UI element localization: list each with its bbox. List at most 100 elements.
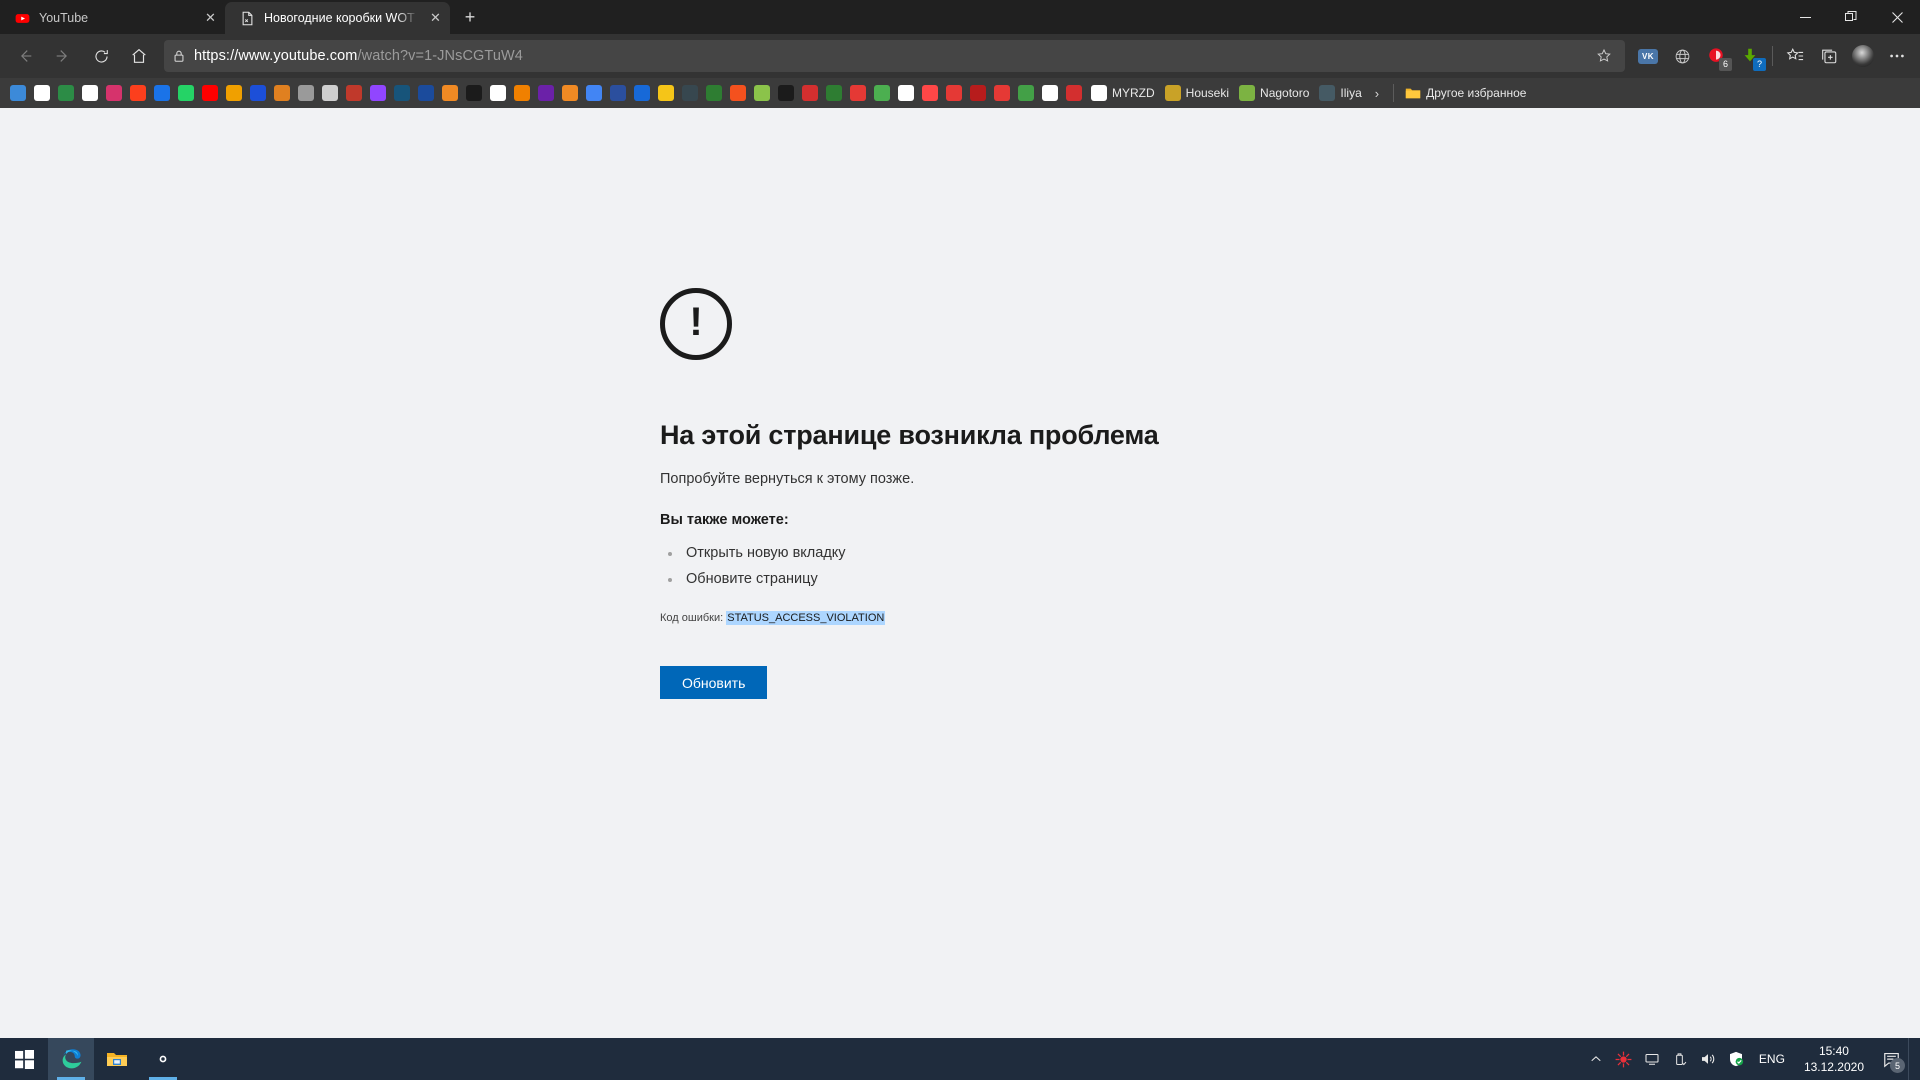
bookmark-item[interactable]: Nagotoro	[1234, 81, 1314, 105]
bookmark-item[interactable]	[654, 81, 678, 105]
network-display-icon[interactable]	[1638, 1038, 1666, 1080]
other-favorites-item[interactable]: Другое избранное	[1400, 81, 1531, 105]
back-arrow-icon[interactable]	[6, 40, 44, 72]
language-indicator[interactable]: ENG	[1750, 1052, 1794, 1066]
bookmark-item[interactable]	[1014, 81, 1038, 105]
bookmark-item[interactable]	[366, 81, 390, 105]
avatar[interactable]	[1846, 40, 1880, 72]
new-tab-button[interactable]: +	[454, 2, 486, 32]
address-bar[interactable]: https://www.youtube.com/watch?v=1-JNsCGT…	[164, 40, 1625, 72]
bookmark-item[interactable]	[990, 81, 1014, 105]
bookmark-item[interactable]	[438, 81, 462, 105]
taskbar-item-edge[interactable]	[48, 1038, 94, 1080]
tab-wot-boxes[interactable]: Новогодние коробки WOT 2021 ✕	[225, 2, 450, 34]
bookmark-item[interactable]	[486, 81, 510, 105]
bookmark-item[interactable]	[198, 81, 222, 105]
minimize-button[interactable]	[1782, 0, 1828, 34]
bookmark-item[interactable]	[870, 81, 894, 105]
bookmark-item[interactable]	[54, 81, 78, 105]
bookmark-item[interactable]	[558, 81, 582, 105]
bookmark-item[interactable]	[174, 81, 198, 105]
bookmark-item[interactable]	[126, 81, 150, 105]
bookmark-item[interactable]	[30, 81, 54, 105]
bookmark-item[interactable]	[846, 81, 870, 105]
bookmark-item[interactable]	[774, 81, 798, 105]
bookmark-item[interactable]	[798, 81, 822, 105]
bookmark-item[interactable]	[102, 81, 126, 105]
favorites-icon[interactable]	[1778, 40, 1812, 72]
bookmark-item[interactable]	[270, 81, 294, 105]
url-path: /watch?v=1-JNsCGTuW4	[357, 48, 523, 64]
globe-extension-icon[interactable]	[1665, 40, 1699, 72]
red-circle-icon	[346, 85, 362, 101]
bookmark-item[interactable]: Houseki	[1160, 81, 1234, 105]
bookmark-item[interactable]	[78, 81, 102, 105]
bookmark-item[interactable]	[150, 81, 174, 105]
clock[interactable]: 15:40 13.12.2020	[1794, 1043, 1874, 1075]
usb-eject-icon[interactable]	[1666, 1038, 1694, 1080]
bookmark-item[interactable]	[678, 81, 702, 105]
suggestions-heading: Вы также можете:	[660, 512, 789, 528]
bookmark-item[interactable]	[726, 81, 750, 105]
lock-icon	[172, 49, 186, 63]
forward-arrow-icon[interactable]	[44, 40, 82, 72]
bookmark-item[interactable]	[6, 81, 30, 105]
bookmark-item[interactable]	[462, 81, 486, 105]
error-code-value[interactable]: STATUS_ACCESS_VIOLATION	[726, 611, 886, 625]
bookmark-item[interactable]	[918, 81, 942, 105]
bookmark-item[interactable]	[630, 81, 654, 105]
download-badge: ?	[1753, 58, 1766, 71]
close-button[interactable]	[1874, 0, 1920, 34]
volume-icon[interactable]	[1694, 1038, 1722, 1080]
show-hidden-icons[interactable]	[1582, 1038, 1610, 1080]
bookmark-item[interactable]: Iliya	[1314, 81, 1366, 105]
home-icon[interactable]	[120, 40, 158, 72]
windows-defender-icon[interactable]	[1722, 1038, 1750, 1080]
bookmark-item[interactable]	[222, 81, 246, 105]
bookmark-item[interactable]	[1062, 81, 1086, 105]
list-item[interactable]: Обновите страницу	[660, 566, 1420, 592]
bookmark-item[interactable]	[510, 81, 534, 105]
show-desktop-button[interactable]	[1908, 1038, 1916, 1080]
antivirus-red-icon[interactable]	[1610, 1038, 1638, 1080]
action-center-icon[interactable]: 5	[1874, 1038, 1908, 1080]
tab-youtube[interactable]: YouTube ✕	[0, 2, 225, 34]
restore-button[interactable]	[1828, 0, 1874, 34]
bookmark-item[interactable]	[822, 81, 846, 105]
bookmark-item[interactable]	[342, 81, 366, 105]
bookmark-item[interactable]: MYRZD	[1086, 81, 1160, 105]
collections-icon[interactable]	[1812, 40, 1846, 72]
m-dark-icon	[1319, 85, 1336, 101]
list-item[interactable]: Открыть новую вкладку	[660, 540, 1420, 566]
tab-close-icon[interactable]: ✕	[427, 10, 444, 27]
red-extension-icon[interactable]: 6	[1699, 40, 1733, 72]
bookmark-item[interactable]	[1038, 81, 1062, 105]
download-extension-icon[interactable]: ?	[1733, 40, 1767, 72]
bookmark-item[interactable]	[942, 81, 966, 105]
bookmark-item[interactable]	[606, 81, 630, 105]
tab-close-icon[interactable]: ✕	[202, 10, 219, 27]
taskbar-item-settings[interactable]	[140, 1038, 186, 1080]
bookmark-item[interactable]	[318, 81, 342, 105]
bookmark-item[interactable]	[534, 81, 558, 105]
taskbar-item-file-explorer[interactable]	[94, 1038, 140, 1080]
refresh-button[interactable]: Обновить	[660, 666, 768, 699]
bookmark-item[interactable]	[750, 81, 774, 105]
clock-date: 13.12.2020	[1803, 1060, 1864, 1074]
bookmark-item[interactable]	[702, 81, 726, 105]
bookmark-item[interactable]	[294, 81, 318, 105]
orange-d-icon	[442, 85, 458, 101]
youtube-icon	[202, 85, 218, 101]
settings-more-icon[interactable]	[1880, 40, 1914, 72]
vk-extension-icon[interactable]: VK	[1631, 40, 1665, 72]
bookmark-item[interactable]	[414, 81, 438, 105]
refresh-icon[interactable]	[82, 40, 120, 72]
bookmarks-overflow-chevron-icon[interactable]: ›	[1367, 81, 1387, 105]
bookmark-item[interactable]	[966, 81, 990, 105]
bookmark-item[interactable]	[582, 81, 606, 105]
windows-start-icon[interactable]	[0, 1038, 48, 1080]
bookmark-item[interactable]	[894, 81, 918, 105]
bookmark-item[interactable]	[246, 81, 270, 105]
add-favorite-star-icon[interactable]	[1591, 40, 1617, 72]
bookmark-item[interactable]	[390, 81, 414, 105]
